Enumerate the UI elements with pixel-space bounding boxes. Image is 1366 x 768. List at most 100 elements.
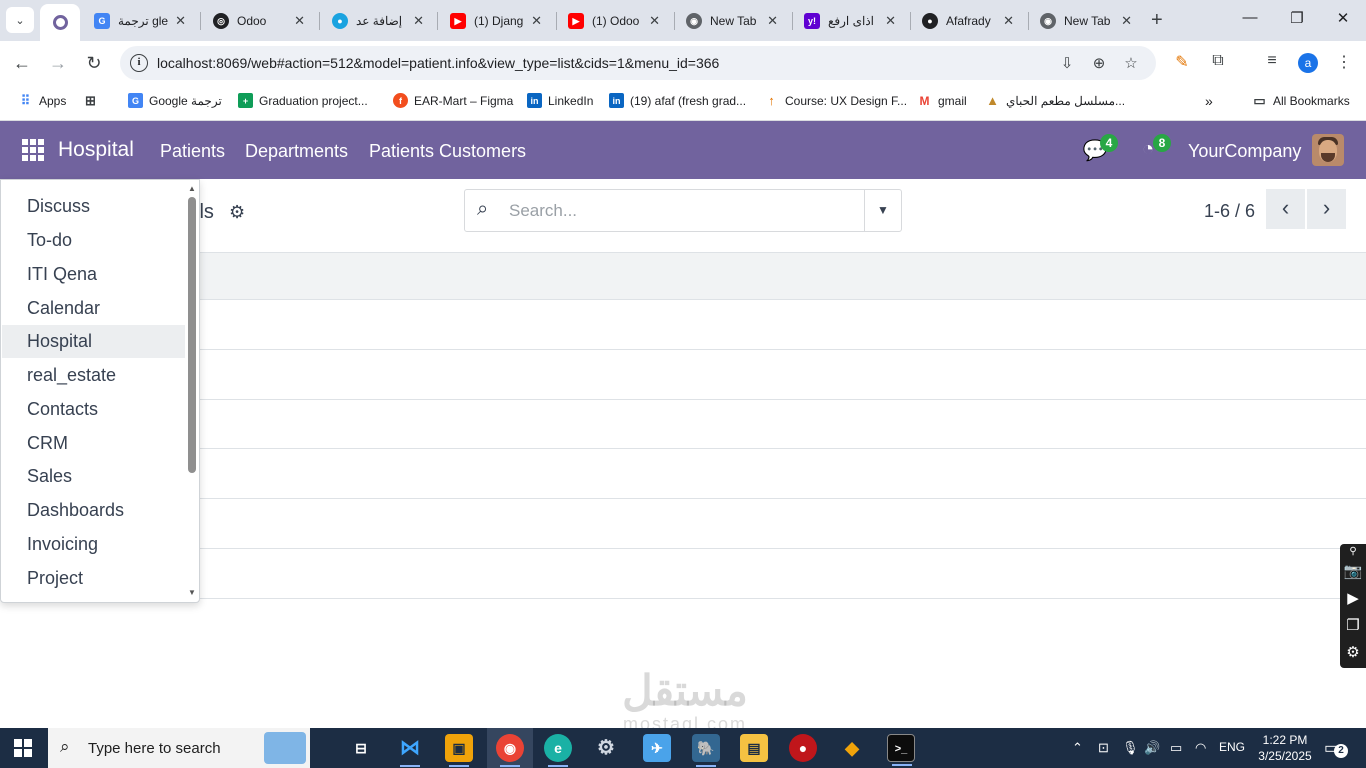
terminal-icon[interactable]: >_ — [887, 734, 915, 766]
notification-center-icon[interactable]: ▭ 2 — [1324, 738, 1348, 758]
tab-7[interactable]: ● Afafrady ✕ — [912, 6, 1024, 36]
language-indicator[interactable]: ENG — [1219, 740, 1245, 754]
window-capture-icon[interactable]: ❐ — [1343, 616, 1363, 634]
bookmark-figma[interactable]: f EAR-Mart – Figma — [393, 93, 513, 108]
close-icon[interactable]: ✕ — [649, 13, 660, 29]
taskbar-search[interactable]: ⌕ Type here to search — [48, 728, 310, 768]
more-bookmarks-icon[interactable]: » — [1205, 93, 1213, 109]
url-text[interactable]: localhost:8069/web#action=512&model=pati… — [157, 55, 719, 71]
table-row[interactable] — [0, 499, 1366, 549]
app-item-todo[interactable]: To-do — [2, 224, 185, 257]
close-icon[interactable]: ✕ — [1003, 13, 1014, 29]
wifi-icon[interactable]: ◠ — [1195, 740, 1206, 756]
close-icon[interactable]: ✕ — [413, 13, 424, 29]
file-explorer-icon[interactable]: ▤ — [740, 734, 768, 762]
battery-icon[interactable]: ▭ — [1170, 740, 1182, 756]
microphone-icon[interactable]: 🎙 — [1122, 740, 1139, 756]
search-options-toggle[interactable]: ▼ — [864, 190, 901, 231]
forward-arrow-icon[interactable]: → — [47, 52, 69, 74]
menu-patients-customers[interactable]: Patients Customers — [369, 141, 526, 162]
app-item-project[interactable]: Project — [2, 562, 185, 595]
app-item-calendar[interactable]: Calendar — [2, 292, 185, 325]
app-item-dashboards[interactable]: Dashboards — [2, 494, 185, 527]
bookmark-gmail[interactable]: M gmail — [917, 93, 967, 108]
tab-3[interactable]: ▶ (1) Djang ✕ — [440, 6, 552, 36]
table-row[interactable] — [0, 350, 1366, 400]
bookmark-google-translate[interactable]: G Google ترجمة — [128, 93, 222, 108]
all-bookmarks[interactable]: ▭ All Bookmarks — [1252, 93, 1349, 108]
menu-departments[interactable]: Departments — [245, 141, 348, 162]
profile-avatar[interactable]: a — [1298, 53, 1318, 73]
table-row[interactable] — [0, 549, 1366, 599]
record-icon[interactable]: ● — [789, 734, 817, 762]
window-close-icon[interactable]: ✕ — [1333, 9, 1353, 27]
app-item-discuss[interactable]: Discuss — [2, 190, 185, 223]
tab-0[interactable]: G ترجمة gle ✕ — [84, 6, 196, 36]
bookmark-graduation[interactable]: + Graduation project... — [238, 93, 368, 108]
camera-icon[interactable]: 📷 — [1343, 562, 1363, 580]
postgres-icon[interactable]: 🐘 — [692, 734, 720, 767]
new-tab-button[interactable]: + — [1151, 9, 1163, 32]
app-item-real-estate[interactable]: real_estate — [2, 359, 185, 392]
pager-previous-button[interactable]: ‹ — [1266, 189, 1305, 229]
bookmark-linkedin-profile[interactable]: in (19) afaf (fresh grad... — [609, 93, 746, 108]
app-item-iti-qena[interactable]: ITI Qena — [2, 258, 185, 291]
tab-5[interactable]: ◉ New Tab ✕ — [676, 6, 788, 36]
close-icon[interactable]: ✕ — [1121, 13, 1132, 29]
app-icon[interactable]: ◆ — [838, 734, 866, 762]
scroll-down-icon[interactable]: ▼ — [188, 588, 196, 597]
tab-2[interactable]: ● إضافة عد ✕ — [322, 6, 434, 36]
activities-button[interactable]: ◔ 8 — [1135, 134, 1171, 162]
app-brand[interactable]: Hospital — [58, 138, 134, 162]
taskbar-clock[interactable]: 1:22 PM 3/25/2025 — [1250, 732, 1320, 764]
table-row[interactable] — [0, 300, 1366, 350]
app-item-sales[interactable]: Sales — [2, 460, 185, 493]
table-row[interactable] — [0, 449, 1366, 499]
app-item-hospital[interactable]: Hospital — [2, 325, 185, 358]
reload-icon[interactable]: ↻ — [83, 52, 105, 74]
app-item-invoicing[interactable]: Invoicing — [2, 528, 185, 561]
gear-icon[interactable]: ⚙ — [229, 202, 245, 223]
tray-overflow-icon[interactable]: ⌃ — [1072, 740, 1083, 756]
dropdown-scrollbar[interactable] — [187, 197, 197, 477]
apps-menu-icon[interactable] — [22, 139, 44, 161]
close-icon[interactable]: ✕ — [531, 13, 542, 29]
tab-1[interactable]: ◎ Odoo ✕ — [203, 6, 315, 36]
app-item-contacts[interactable]: Contacts — [2, 393, 185, 426]
messages-button[interactable]: 💬 4 — [1082, 134, 1118, 162]
tab-search-button[interactable]: ⌄ — [6, 7, 34, 33]
pager-next-button[interactable]: › — [1307, 189, 1346, 229]
back-arrow-icon[interactable]: ← — [11, 52, 33, 74]
close-icon[interactable]: ✕ — [294, 13, 305, 29]
restore-icon[interactable]: ❐ — [1287, 9, 1307, 27]
bookmark-star-icon[interactable]: ☆ — [1122, 54, 1140, 72]
user-avatar[interactable] — [1312, 134, 1344, 166]
bookmark-apps[interactable]: ⠿ Apps — [18, 93, 67, 108]
pen-extension-icon[interactable]: ✎ — [1172, 52, 1192, 72]
close-icon[interactable]: ✕ — [767, 13, 778, 29]
extensions-puzzle-icon[interactable]: ⧉ — [1208, 52, 1228, 70]
bookmark-linkedin[interactable]: in LinkedIn — [527, 93, 593, 108]
address-bar[interactable]: i localhost:8069/web#action=512&model=pa… — [120, 46, 1156, 80]
close-icon[interactable]: ✕ — [885, 13, 896, 29]
task-view-icon[interactable]: ⊟ — [347, 734, 375, 762]
browser-menu-icon[interactable]: ⋮ — [1334, 52, 1354, 72]
tray-device-icon[interactable]: ⊡ — [1098, 740, 1109, 756]
bookmark-series[interactable]: ▲ مسلسل مطعم الحباي... — [985, 93, 1125, 108]
app-icon[interactable]: ▣ — [445, 734, 473, 767]
install-app-icon[interactable]: ⇩ — [1058, 54, 1076, 72]
close-icon[interactable]: ✕ — [175, 13, 186, 29]
chrome-icon[interactable]: ◉ — [496, 734, 524, 767]
menu-patients[interactable]: Patients — [160, 141, 225, 162]
video-icon[interactable]: ▶ — [1343, 589, 1363, 607]
vscode-icon[interactable]: ⋈ — [396, 734, 424, 767]
pin-icon[interactable]: ⚲ — [1343, 546, 1363, 557]
tab-8[interactable]: ◉ New Tab ✕ — [1030, 6, 1142, 36]
edge-icon[interactable]: e — [544, 734, 572, 767]
media-control-icon[interactable]: ≡ — [1262, 52, 1282, 70]
volume-icon[interactable]: 🔊 — [1144, 740, 1160, 756]
minimize-icon[interactable]: — — [1240, 9, 1260, 26]
app-item-crm[interactable]: CRM — [2, 427, 185, 460]
app-icon[interactable]: ✈ — [643, 734, 671, 762]
pager-value[interactable]: 1-6 / 6 — [1204, 201, 1255, 222]
